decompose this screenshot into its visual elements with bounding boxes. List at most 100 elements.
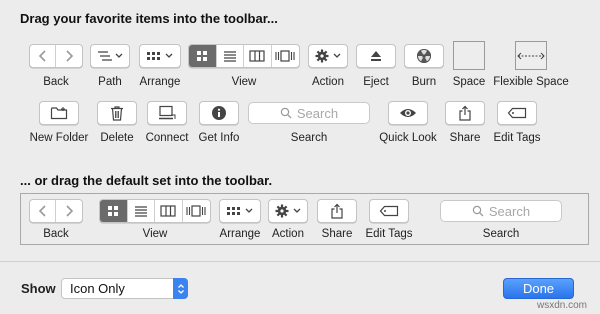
default-set-heading: ... or drag the default set into the too… (20, 173, 273, 188)
connect-button[interactable] (147, 101, 187, 125)
default-forward-button (56, 200, 82, 222)
view-columns-segment[interactable] (244, 45, 272, 67)
default-view-segmented-control (99, 199, 211, 223)
new-folder-button[interactable] (39, 101, 79, 125)
space-label: Space (452, 76, 486, 88)
list-icon (223, 51, 236, 62)
burn-label: Burn (411, 76, 437, 88)
default-action-button (268, 199, 308, 223)
favorites-heading: Drag your favorite items into the toolba… (20, 11, 278, 26)
gear-icon (315, 49, 341, 63)
info-icon (212, 106, 226, 120)
quick-look-button[interactable] (388, 101, 428, 125)
computer-icon (159, 105, 176, 120)
default-view-list-segment (128, 200, 155, 222)
grid-icon (108, 206, 119, 216)
default-search-placeholder: Search (488, 203, 531, 219)
path-label: Path (98, 76, 122, 88)
chevron-left-icon (38, 205, 46, 217)
share-label: Share (449, 132, 481, 144)
burn-button[interactable] (404, 44, 444, 68)
default-share-label: Share (321, 228, 353, 240)
delete-label: Delete (100, 132, 134, 144)
default-search-label: Search (482, 228, 520, 240)
gear-icon (275, 204, 301, 218)
back-forward-control[interactable] (29, 44, 83, 68)
arrange-grid-icon (147, 52, 173, 60)
default-arrange-button (219, 199, 261, 223)
new-folder-icon (50, 107, 68, 120)
eject-icon (371, 51, 381, 61)
action-button[interactable] (308, 44, 348, 68)
view-label: View (231, 76, 257, 88)
view-cover-flow-segment[interactable] (272, 45, 299, 67)
flexible-space-item[interactable] (515, 41, 547, 70)
arrange-label: Arrange (139, 76, 181, 88)
back-button[interactable] (30, 45, 57, 67)
default-view-cover-flow-segment (183, 200, 210, 222)
default-action-label: Action (272, 228, 304, 240)
magnifier-icon (472, 205, 484, 217)
select-stepper[interactable] (173, 278, 188, 299)
chevron-up-down-icon (177, 283, 184, 294)
default-edit-tags-label: Edit Tags (365, 228, 413, 240)
chevron-left-icon (38, 50, 46, 62)
columns-icon (160, 205, 176, 217)
delete-button[interactable] (97, 101, 137, 125)
list-icon (134, 206, 147, 217)
chevron-right-icon (66, 50, 74, 62)
arrange-button[interactable] (139, 44, 181, 68)
eject-label: Eject (363, 76, 389, 88)
search-placeholder: Search (296, 105, 339, 121)
view-segmented-control[interactable] (188, 44, 300, 68)
magnifier-icon (280, 107, 292, 119)
tag-icon (507, 107, 527, 119)
quick-look-label: Quick Look (379, 132, 437, 144)
cover-flow-icon (275, 50, 295, 62)
get-info-label: Get Info (198, 132, 240, 144)
back-label: Back (43, 76, 69, 88)
default-view-columns-segment (155, 200, 183, 222)
default-view-label: View (142, 228, 168, 240)
trash-icon (111, 106, 123, 121)
get-info-button[interactable] (199, 101, 239, 125)
show-label: Show (21, 281, 56, 296)
eye-icon (400, 109, 416, 117)
share-icon (331, 203, 343, 219)
radiation-icon (417, 49, 431, 63)
action-label: Action (312, 76, 344, 88)
default-back-label: Back (43, 228, 69, 240)
share-button[interactable] (445, 101, 485, 125)
edit-tags-button[interactable] (497, 101, 537, 125)
arrange-grid-icon (227, 207, 253, 215)
show-select[interactable]: Icon Only (61, 278, 188, 299)
default-back-button (30, 200, 57, 222)
default-search-field: Search (440, 200, 562, 222)
search-field[interactable]: Search (248, 102, 370, 124)
flexible-space-label: Flexible Space (493, 76, 569, 88)
default-share-button (317, 199, 357, 223)
forward-button[interactable] (56, 45, 82, 67)
default-view-icons-segment (100, 200, 128, 222)
chevron-right-icon (66, 205, 74, 217)
new-folder-label: New Folder (29, 132, 89, 144)
flexible-space-arrows-icon (517, 52, 545, 59)
default-edit-tags-button (369, 199, 409, 223)
connect-label: Connect (145, 132, 189, 144)
eject-button[interactable] (356, 44, 396, 68)
view-list-segment[interactable] (217, 45, 244, 67)
view-icons-segment[interactable] (189, 45, 217, 67)
done-button[interactable]: Done (503, 278, 574, 299)
space-item[interactable] (453, 41, 485, 70)
columns-icon (249, 50, 265, 62)
path-icon (98, 51, 123, 61)
path-button[interactable] (90, 44, 130, 68)
grid-icon (197, 51, 208, 61)
show-select-value: Icon Only (70, 281, 125, 296)
default-back-forward-control (29, 199, 83, 223)
edit-tags-label: Edit Tags (493, 132, 541, 144)
watermark: wsxdn.com (537, 300, 588, 311)
tag-icon (379, 205, 399, 217)
search-label: Search (290, 132, 328, 144)
cover-flow-icon (186, 205, 206, 217)
